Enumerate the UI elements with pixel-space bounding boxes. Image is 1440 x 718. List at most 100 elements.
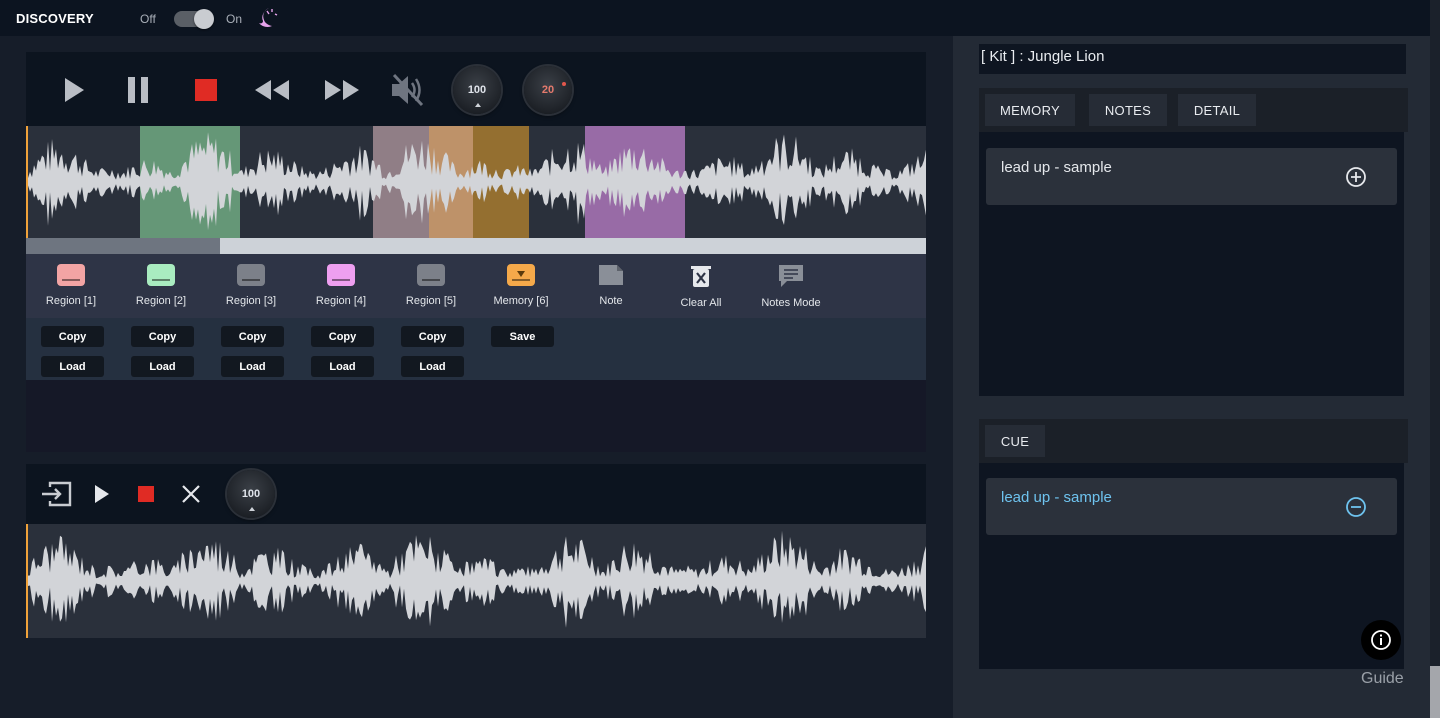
trash-icon (691, 266, 711, 287)
deck-2-transport: 100 (26, 464, 926, 524)
waveform-shape (26, 132, 926, 231)
info-icon (1371, 630, 1391, 650)
tab-cue[interactable]: CUE (985, 425, 1045, 457)
load-region-5-button[interactable]: Load (401, 356, 464, 377)
sidebar-tabs: MEMORY NOTES DETAIL (979, 88, 1408, 132)
copy-region-4-button[interactable]: Copy (311, 326, 374, 347)
region-1-button[interactable]: Region [1] (26, 264, 116, 307)
cue-entry-label: lead up - sample (1001, 489, 1112, 506)
rewind-button[interactable] (254, 72, 290, 108)
region-5-button[interactable]: Region [5] (386, 264, 476, 307)
kit-title: [ Kit ] : Jungle Lion (981, 48, 1105, 65)
top-bar: DISCOVERY Off On (0, 0, 1430, 36)
tab-detail[interactable]: DETAIL (1178, 94, 1256, 126)
deck-1-waveform[interactable] (26, 126, 926, 238)
fast-forward-button[interactable] (324, 72, 360, 108)
cue-entry[interactable]: lead up - sample (986, 478, 1397, 535)
toggle-off-label: Off (140, 12, 156, 26)
region-4-label: Region [4] (315, 295, 367, 307)
clear-all-button[interactable]: Clear All (656, 264, 746, 309)
pitch-knob-value: 20 (541, 84, 555, 96)
add-circle-icon[interactable] (1345, 166, 1367, 188)
load-region-1-button[interactable]: Load (41, 356, 104, 377)
notes-mode-label: Notes Mode (761, 297, 821, 309)
region-1-icon (57, 264, 85, 286)
page-scrollbar[interactable] (1430, 0, 1440, 718)
waveform-graphic (26, 530, 926, 628)
cue-tabs: CUE (979, 419, 1408, 463)
region-1-label: Region [1] (45, 295, 97, 307)
notes-mode-button[interactable]: Notes Mode (746, 264, 836, 309)
region-3-button[interactable]: Region [3] (206, 264, 296, 307)
page-scrollbar-thumb[interactable] (1430, 666, 1440, 718)
rewind-icon (255, 80, 289, 100)
remove-circle-icon[interactable] (1345, 496, 1367, 518)
guide-link[interactable]: Guide (1361, 670, 1404, 688)
load-region-3-button[interactable]: Load (221, 356, 284, 377)
save-memory-button[interactable]: Save (491, 326, 554, 347)
pitch-knob[interactable]: 20 (524, 66, 572, 114)
progress-fill (26, 238, 221, 254)
deck-1-transport: 100 20 (26, 52, 926, 126)
deck-1-progress-bar[interactable] (26, 238, 926, 254)
region-4-icon (327, 264, 355, 286)
play-button[interactable] (56, 72, 92, 108)
comment-icon (779, 265, 803, 287)
copy-region-2-button[interactable]: Copy (131, 326, 194, 347)
note-label: Note (599, 295, 623, 307)
region-4-button[interactable]: Region [4] (296, 264, 386, 307)
deck-2-tempo-knob[interactable]: 100 (227, 470, 275, 518)
region-action-row: Copy Load Copy Load Copy Load Copy Load … (26, 318, 926, 380)
close-icon (182, 485, 200, 503)
region-2-icon (147, 264, 175, 286)
deck-2-tempo-value: 100 (241, 488, 261, 500)
region-2-label: Region [2] (135, 295, 187, 307)
region-2-button[interactable]: Region [2] (116, 264, 206, 307)
deck-2: 100 (26, 464, 926, 638)
night-mode-icon[interactable] (256, 6, 280, 30)
tempo-knob-indicator (475, 103, 481, 107)
deck-2-eject-button[interactable] (173, 476, 209, 512)
playhead[interactable] (26, 126, 28, 238)
memory-6-button[interactable]: Memory [6] (476, 264, 566, 307)
deck-2-play-button[interactable] (84, 476, 120, 512)
stop-icon (138, 486, 154, 502)
region-toolbar: Region [1] Region [2] Region [3] Region … (26, 254, 926, 318)
deck-1: 100 20 Region [1] Region [2] Region [3] (26, 52, 926, 452)
deck-2-stop-button[interactable] (128, 476, 164, 512)
mute-icon (392, 73, 424, 107)
load-region-4-button[interactable]: Load (311, 356, 374, 377)
stop-button[interactable] (188, 72, 224, 108)
tab-memory[interactable]: MEMORY (985, 94, 1075, 126)
toggle-knob[interactable] (194, 9, 214, 29)
mode-toggle[interactable] (174, 9, 214, 29)
load-region-2-button[interactable]: Load (131, 356, 194, 377)
deck-2-playhead[interactable] (26, 524, 28, 638)
tempo-knob[interactable]: 100 (453, 66, 501, 114)
region-5-label: Region [5] (405, 295, 457, 307)
deck-2-tempo-indicator (249, 507, 255, 511)
info-button[interactable] (1361, 620, 1401, 660)
pause-button[interactable] (120, 72, 156, 108)
load-track-button[interactable] (38, 476, 74, 512)
app-title: DISCOVERY (16, 11, 94, 26)
copy-region-5-button[interactable]: Copy (401, 326, 464, 347)
cue-panel: lead up - sample (979, 463, 1404, 669)
tempo-knob-value: 100 (467, 84, 487, 96)
region-3-icon (237, 264, 265, 286)
region-3-label: Region [3] (225, 295, 277, 307)
import-icon (42, 481, 72, 507)
copy-region-3-button[interactable]: Copy (221, 326, 284, 347)
memory-entry[interactable]: lead up - sample (986, 148, 1397, 205)
copy-region-1-button[interactable]: Copy (41, 326, 104, 347)
deck-2-waveform[interactable] (26, 524, 926, 638)
tab-notes[interactable]: NOTES (1089, 94, 1167, 126)
waveform-graphic (26, 132, 926, 231)
waveform-shape (26, 530, 926, 628)
sidebar: [ Kit ] : Jungle Lion MEMORY NOTES DETAI… (953, 36, 1430, 718)
mute-button[interactable] (390, 72, 426, 108)
clear-all-label: Clear All (680, 297, 722, 309)
note-button[interactable]: Note (566, 264, 656, 307)
memory-entry-label: lead up - sample (1001, 159, 1112, 176)
play-icon (65, 78, 84, 102)
